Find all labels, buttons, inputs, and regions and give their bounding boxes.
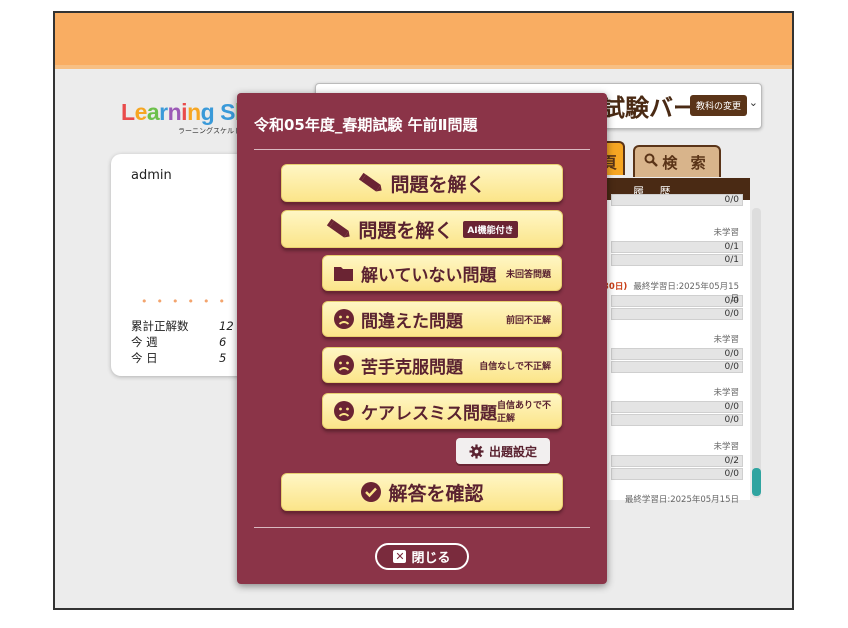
- stat-row: 今 週 6: [131, 334, 234, 350]
- gear-icon: [469, 443, 484, 459]
- question-settings-button[interactable]: 出題設定: [456, 438, 550, 464]
- sad-face-icon: [333, 400, 355, 422]
- close-icon: ✕: [393, 550, 407, 563]
- solve-ai-button[interactable]: 問題を解く AI機能付き: [281, 210, 563, 248]
- chevron-down-icon[interactable]: ⌄: [749, 96, 758, 109]
- folder-icon: [333, 264, 355, 282]
- weak-points-button-label: 苦手克服問題: [361, 357, 463, 378]
- change-subject-button[interactable]: 教科の変更: [689, 95, 747, 116]
- progress-bar: 0/0: [611, 308, 743, 320]
- progress-bar: 0/1: [611, 241, 743, 253]
- history-item[interactable]: 未学習 0/1 0/1: [603, 226, 743, 267]
- history-item[interactable]: 未学習 0/2 0/0: [603, 440, 743, 481]
- history-status: 30日)最終学習日:2025年05月15日: [603, 280, 743, 304]
- search-icon: [644, 153, 659, 171]
- progress-bar: 0/0: [611, 361, 743, 373]
- exam-bar-title: 試験バー: [601, 94, 697, 122]
- unanswered-button[interactable]: 解いていない問題 未回答問題: [322, 255, 562, 291]
- sad-face-icon: [333, 354, 355, 376]
- progress-bar: 0/1: [611, 254, 743, 266]
- question-settings-label: 出題設定: [488, 444, 537, 459]
- history-item[interactable]: 未学習 0/0 0/0: [603, 386, 743, 427]
- stat-value: 12: [219, 319, 234, 333]
- check-circle-icon: [360, 481, 382, 503]
- history-item[interactable]: 30日)最終学習日:2025年05月15日 0/0 0/0: [603, 280, 743, 321]
- history-status: 未学習: [713, 442, 739, 452]
- history-status: 未学習: [713, 228, 739, 238]
- progress-bar: 0/0: [611, 194, 743, 206]
- tab-search-label: 検 索: [662, 153, 710, 172]
- careless-mistakes-badge: 自信ありで不正解: [497, 401, 552, 424]
- dialog-title: 令和05年度_春期試験 午前Ⅱ問題: [254, 116, 478, 134]
- mistakes-button-label: 間違えた問題: [361, 311, 463, 332]
- history-list[interactable]: 0/0 未学習 0/1 0/1 30日)最終学習日:2025年05月15日 0/…: [603, 194, 750, 505]
- decorative-dots: ••••••: [141, 295, 234, 308]
- username: admin: [131, 168, 172, 183]
- stats-table: 累計正解数 12 今 週 6 今 日 5: [131, 318, 234, 366]
- history-item[interactable]: 最終学習日:2025年05月15日: [603, 493, 743, 507]
- unanswered-badge: 未回答問題: [505, 269, 551, 280]
- solve-button[interactable]: 問題を解く: [281, 164, 563, 202]
- scrollbar-thumb[interactable]: [752, 468, 761, 496]
- stat-row: 累計正解数 12: [131, 318, 234, 334]
- pencil-icon: [326, 218, 352, 240]
- sad-face-icon: [333, 308, 355, 330]
- stat-value: 5: [219, 351, 227, 365]
- pencil-icon: [358, 172, 384, 194]
- stat-row: 今 日 5: [131, 350, 234, 366]
- divider: [254, 527, 590, 528]
- history-item[interactable]: 0/0: [603, 194, 743, 207]
- progress-bar: 0/0: [611, 295, 743, 307]
- careless-mistakes-button-label: ケアレスミス問題: [361, 403, 497, 424]
- progress-bar: 0/2: [611, 455, 743, 467]
- weak-points-button[interactable]: 苦手克服問題 自信なしで不正解: [322, 347, 562, 383]
- progress-bar: 0/0: [611, 414, 743, 426]
- ai-badge: AI機能付き: [463, 220, 518, 238]
- solve-ai-button-label: 問題を解く: [358, 219, 454, 242]
- check-answers-button[interactable]: 解答を確認: [281, 473, 563, 511]
- mistakes-button[interactable]: 間違えた問題 前回不正解: [322, 301, 562, 337]
- last-study-date: 最終学習日:2025年05月15日: [624, 495, 739, 505]
- divider: [254, 149, 590, 150]
- tab-search[interactable]: 検 索: [633, 145, 721, 177]
- stat-label: 今 週: [131, 335, 158, 349]
- history-item[interactable]: 未学習 0/0 0/0: [603, 333, 743, 374]
- stat-label: 累計正解数: [131, 319, 189, 333]
- mistakes-badge: 前回不正解: [505, 315, 551, 326]
- stat-label: 今 日: [131, 351, 158, 365]
- stat-value: 6: [219, 335, 227, 349]
- close-button-label: 閉じる: [411, 551, 451, 566]
- weak-points-badge: 自信なしで不正解: [479, 361, 551, 372]
- history-status: 未学習: [713, 335, 739, 345]
- unanswered-button-label: 解いていない問題: [361, 265, 497, 286]
- solve-button-label: 問題を解く: [390, 173, 486, 196]
- progress-bar: 0/0: [611, 348, 743, 360]
- check-answers-label: 解答を確認: [388, 482, 484, 505]
- close-button[interactable]: ✕ 閉じる: [375, 543, 469, 570]
- careless-mistakes-button[interactable]: ケアレスミス問題 自信ありで不正解: [322, 393, 562, 429]
- progress-bar: 0/0: [611, 468, 743, 480]
- top-bar: [55, 13, 792, 69]
- question-mode-dialog: 令和05年度_春期試験 午前Ⅱ問題 問題を解く 問題を解く AI機能付き 解いて…: [237, 93, 607, 584]
- scrollbar-track[interactable]: [752, 208, 761, 498]
- history-status: 未学習: [713, 388, 739, 398]
- progress-bar: 0/0: [611, 401, 743, 413]
